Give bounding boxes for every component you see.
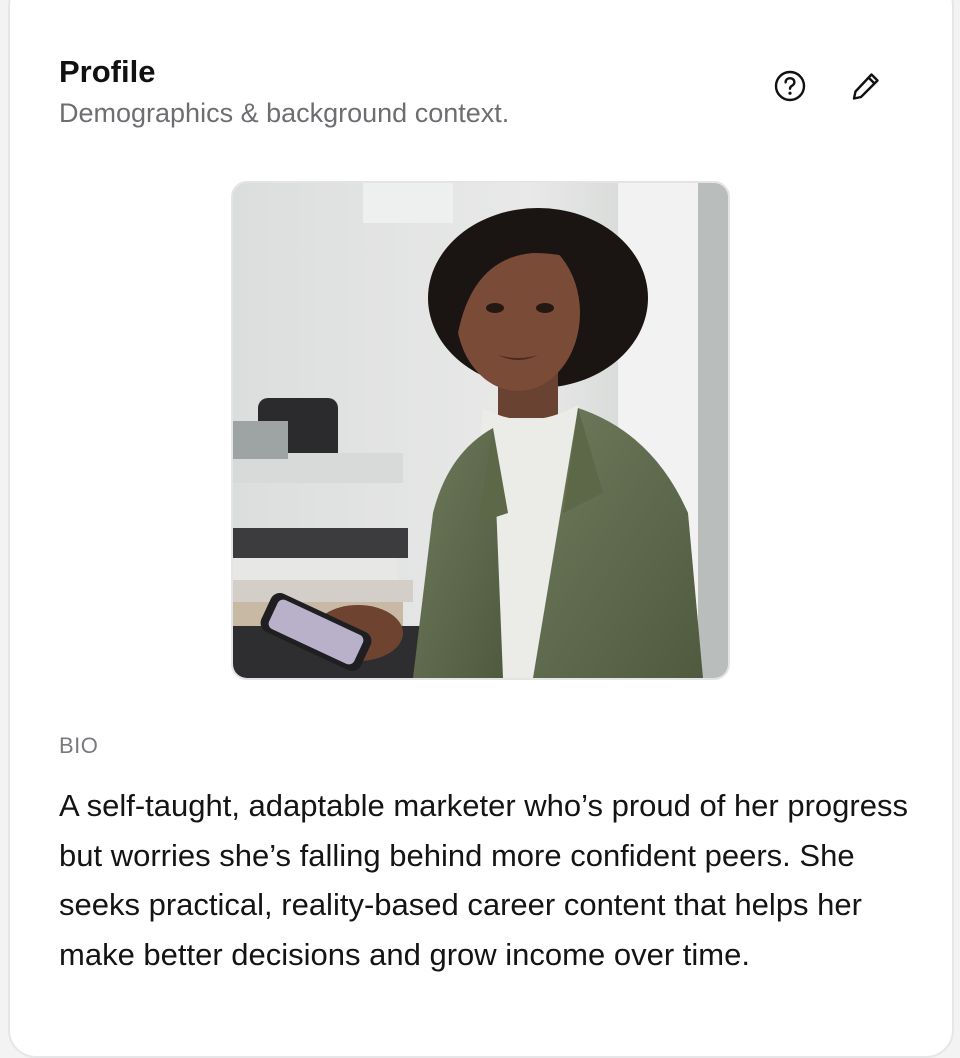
help-button[interactable] (766, 64, 814, 112)
bio-text: A self-taught, adaptable marketer who’s … (59, 788, 908, 972)
bio-label: BIO (59, 733, 99, 758)
question-circle-icon (773, 69, 807, 108)
profile-subtitle: Demographics & background context. (59, 98, 510, 128)
edit-button[interactable] (842, 64, 890, 112)
profile-title: Profile (59, 54, 156, 89)
pencil-icon (849, 69, 883, 108)
profile-photo-illustration (233, 183, 728, 678)
profile-photo (231, 181, 730, 680)
